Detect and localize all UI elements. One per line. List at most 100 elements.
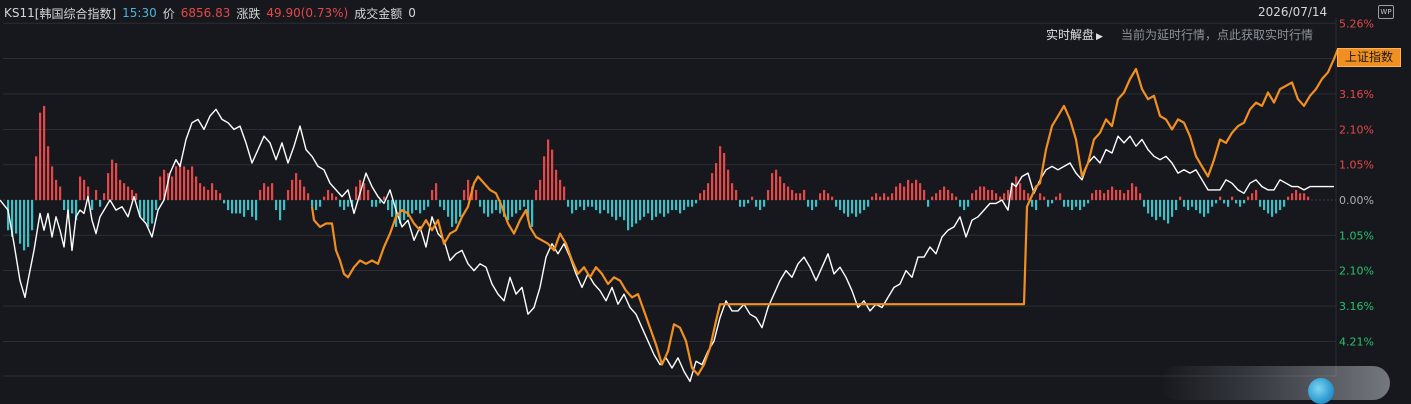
volume-bar — [1223, 200, 1226, 204]
volume-bar — [1307, 196, 1310, 200]
volume-bar — [15, 200, 18, 234]
volume-bar — [31, 200, 34, 231]
volume-bar — [1167, 200, 1170, 224]
volume-bar — [1135, 186, 1138, 200]
volume-bar — [535, 189, 538, 200]
volume-bar — [911, 183, 914, 200]
volume-bar — [1131, 183, 1134, 200]
volume-bar — [587, 200, 590, 207]
volume-bar — [675, 200, 678, 211]
volume-bar — [891, 193, 894, 200]
volume-bar — [959, 200, 962, 207]
volume-bar — [1007, 189, 1010, 200]
volume-bar — [671, 200, 674, 211]
y-tick-label: 0.00% — [1339, 194, 1374, 207]
volume-bar — [1123, 193, 1126, 200]
volume-bar — [335, 196, 338, 200]
volume-bar — [1087, 200, 1090, 204]
volume-bar — [55, 179, 58, 200]
volume-bar — [971, 193, 974, 200]
volume-bar — [979, 186, 982, 200]
volume-bar — [1035, 200, 1038, 211]
volume-bar — [463, 189, 466, 200]
volume-bar — [43, 105, 46, 200]
volume-bar — [531, 200, 534, 227]
volume-bar — [1199, 200, 1202, 214]
volume-bar — [271, 183, 274, 200]
volume-bar — [355, 186, 358, 200]
volume-bar — [483, 200, 486, 214]
volume-bar — [27, 200, 30, 248]
volume-bar — [871, 196, 874, 200]
volume-bar — [595, 200, 598, 211]
volume-bar — [927, 200, 930, 207]
volume-bar — [799, 193, 802, 200]
volume-bar — [451, 200, 454, 227]
volume-bar — [147, 200, 150, 227]
volume-bar — [1243, 200, 1246, 204]
volume-bar — [1119, 189, 1122, 200]
volume-bar — [39, 112, 42, 200]
volume-bar — [511, 200, 514, 217]
volume-bar — [759, 200, 762, 211]
volume-bar — [363, 183, 366, 200]
compare-index-tag[interactable]: 上证指数 — [1337, 48, 1401, 67]
price-lines — [0, 48, 1340, 383]
volume-bar — [299, 179, 302, 200]
volume-bar — [843, 200, 846, 214]
volume-bar — [151, 200, 154, 224]
volume-bar — [747, 200, 750, 204]
volume-bar — [855, 200, 858, 217]
volume-bar — [651, 200, 654, 221]
volume-bar — [839, 200, 842, 211]
volume-bar — [183, 166, 186, 200]
volume-bar — [455, 200, 458, 224]
volume-bar — [475, 189, 478, 200]
volume-bar — [19, 200, 22, 244]
volume-bar — [935, 193, 938, 200]
volume-bar — [995, 193, 998, 200]
volume-bar — [803, 189, 806, 200]
volume-bar — [1127, 189, 1130, 200]
volume-bar — [575, 200, 578, 211]
volume-bar — [267, 186, 270, 200]
volume-bar — [1043, 196, 1046, 200]
volume-bar — [763, 200, 766, 207]
volume-bar — [667, 200, 670, 214]
volume-bar — [691, 200, 694, 207]
y-tick-label: 3.16% — [1339, 300, 1374, 313]
volume-bar — [23, 200, 26, 251]
volume-bar — [419, 200, 422, 214]
volume-bar — [1139, 193, 1142, 200]
volume-bar — [179, 163, 182, 200]
volume-bar — [831, 196, 834, 200]
volume-bar — [1191, 200, 1194, 207]
volume-bar — [791, 189, 794, 200]
y-tick-label: 2.10% — [1339, 265, 1374, 278]
volume-bar — [391, 200, 394, 217]
volume-bar — [999, 196, 1002, 200]
volume-bar — [119, 179, 122, 200]
volume-bar — [1219, 196, 1222, 200]
volume-bar — [1227, 200, 1230, 207]
y-tick-label: 1.05% — [1339, 159, 1374, 172]
volume-bar — [739, 200, 742, 207]
volume-bar — [1163, 200, 1166, 221]
intraday-chart[interactable]: 5.26% 4.21% 3.16% 2.10% 1.05% 0.00% 1.05% 2.10%… — [0, 0, 1411, 403]
volume-bar — [155, 200, 158, 211]
volume-bar — [779, 176, 782, 200]
volume-bar — [755, 200, 758, 207]
volume-bar — [1159, 200, 1162, 217]
volume-bar — [1147, 200, 1150, 214]
volume-bar — [331, 193, 334, 200]
volume-bar — [411, 200, 414, 214]
volume-bar — [795, 193, 798, 200]
volume-bar — [807, 200, 810, 207]
volume-bar — [1283, 200, 1286, 207]
volume-bar — [111, 159, 114, 200]
volume-bar — [223, 200, 226, 204]
volume-bar — [199, 183, 202, 200]
volume-bar — [643, 200, 646, 217]
volume-bar — [283, 200, 286, 211]
volume-bar — [47, 146, 50, 200]
